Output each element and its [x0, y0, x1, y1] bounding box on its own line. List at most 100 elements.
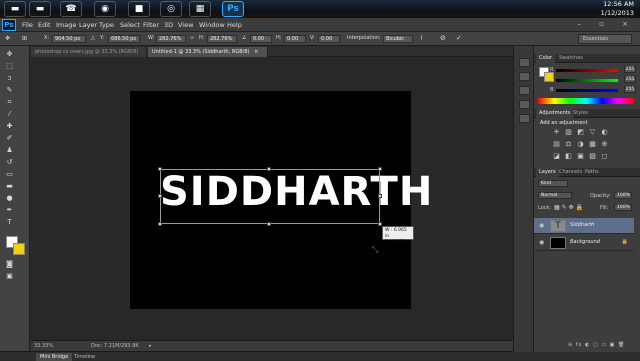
transform-bounding-box[interactable] — [158, 167, 382, 226]
curves-adjustment-icon[interactable]: ◩ — [576, 128, 585, 136]
transform-handle[interactable] — [378, 167, 382, 171]
x-field[interactable]: 904.50 px — [52, 35, 86, 43]
posterize-adjustment-icon[interactable]: ◧ — [564, 152, 573, 160]
brush-tool-icon[interactable]: ✐ — [5, 134, 14, 142]
close-icon[interactable]: × — [254, 49, 258, 55]
green-track[interactable] — [556, 79, 618, 82]
link-icon[interactable]: △ — [91, 35, 95, 41]
menu-help[interactable]: Help — [227, 21, 242, 29]
properties-panel-icon[interactable] — [519, 72, 530, 81]
exposure-adjustment-icon[interactable]: ▽ — [588, 128, 597, 136]
blend-mode-select[interactable]: Normal — [538, 192, 572, 199]
menu-edit[interactable]: Edit — [38, 21, 51, 29]
red-value[interactable]: 255 — [624, 66, 636, 73]
history-panel-icon[interactable] — [519, 58, 530, 67]
brightness-adjustment-icon[interactable]: ☀ — [552, 128, 561, 136]
photoshop-app-icon[interactable]: Ps — [222, 1, 244, 17]
eyedropper-tool-icon[interactable]: ⁄ — [5, 110, 14, 118]
menu-window[interactable]: Window — [199, 21, 225, 29]
color-balance-adjustment-icon[interactable]: ⚖ — [564, 140, 573, 148]
screen-mode-icon[interactable]: ▣ — [5, 272, 14, 280]
visibility-eye-icon[interactable]: ◉ — [539, 239, 544, 246]
transform-handle[interactable] — [378, 194, 382, 198]
threshold-adjustment-icon[interactable]: ▣ — [576, 152, 585, 160]
height-field[interactable]: 282.76% — [207, 35, 237, 43]
status-menu-arrow-icon[interactable]: ▸ — [149, 343, 152, 349]
transform-handle[interactable] — [158, 222, 162, 226]
hue-saturation-adjustment-icon[interactable]: ▤ — [552, 140, 561, 148]
background-color-swatch[interactable] — [13, 243, 25, 255]
chrome-app-icon[interactable]: ◉ — [94, 1, 116, 17]
window-controls[interactable]: – ▫ × — [577, 20, 636, 28]
transform-handle[interactable] — [267, 222, 271, 226]
folder-app-icon-2[interactable]: ▬ — [29, 1, 51, 17]
tab-paths[interactable]: Paths — [582, 168, 602, 177]
tab-adjustments[interactable]: Adjustments — [536, 109, 574, 118]
lasso-tool-icon[interactable]: ↄ — [5, 74, 14, 82]
commit-transform-icon[interactable]: ✓ — [456, 34, 462, 42]
stamp-tool-icon[interactable]: ♟ — [5, 146, 14, 154]
reference-point-icon[interactable]: ⊞ — [22, 35, 27, 42]
red-track[interactable] — [556, 69, 618, 72]
angle-field[interactable]: 0.00 — [250, 35, 272, 43]
black-white-adjustment-icon[interactable]: ◑ — [576, 140, 585, 148]
blue-track[interactable] — [556, 89, 618, 92]
move-tool-icon[interactable]: ✥ — [5, 50, 14, 58]
menu-filter[interactable]: Filter — [143, 21, 159, 29]
layer-row-background[interactable]: ◉ Background 🔒 — [534, 235, 634, 251]
visibility-eye-icon[interactable]: ◉ — [539, 222, 544, 229]
menu-file[interactable]: File — [22, 21, 33, 29]
talk-app-icon[interactable]: ☎ — [60, 1, 82, 17]
quick-select-tool-icon[interactable]: ✎ — [5, 86, 14, 94]
vibrance-adjustment-icon[interactable]: ◐ — [600, 128, 609, 136]
transform-handle[interactable] — [158, 167, 162, 171]
paragraph-panel-icon[interactable] — [519, 100, 530, 109]
green-slider[interactable]: G 255 — [550, 76, 636, 83]
fill-field[interactable]: 100% — [614, 204, 632, 211]
tab-photoshop-cs-overs[interactable]: photoshop cs overs.jpg @ 33.3% (RGB/8) × — [31, 47, 147, 65]
transform-handle[interactable] — [267, 167, 271, 171]
folder-app-icon[interactable]: ▬ — [4, 1, 26, 17]
quick-mask-icon[interactable]: ◙ — [5, 260, 14, 268]
layers-footer-icons[interactable]: ⊖ fx ◐ ▢ ▭ ▣ 🗑 — [568, 342, 625, 348]
marquee-tool-icon[interactable]: ⬚ — [5, 62, 14, 70]
opacity-field[interactable]: 100% — [614, 192, 632, 199]
color-spectrum-bar[interactable] — [538, 98, 634, 104]
levels-adjustment-icon[interactable]: ▥ — [564, 128, 573, 136]
eraser-tool-icon[interactable]: ▭ — [5, 170, 14, 178]
menu-type[interactable]: Type — [99, 21, 114, 29]
lock-icons[interactable]: ▦ ✎ ✥ 🔒 — [554, 204, 583, 211]
menu-layer[interactable]: Layer — [79, 21, 97, 29]
green-value[interactable]: 255 — [624, 76, 636, 83]
brush-panel-icon[interactable] — [519, 114, 530, 123]
y-field[interactable]: 686.50 px — [108, 35, 140, 43]
history-brush-tool-icon[interactable]: ↺ — [5, 158, 14, 166]
tab-color[interactable]: Color — [536, 54, 556, 63]
menu-image[interactable]: Image — [56, 21, 76, 29]
layer-filter-kind-select[interactable]: Kind — [538, 180, 568, 187]
type-tool-icon[interactable]: T — [5, 218, 14, 226]
menu-select[interactable]: Select — [120, 21, 140, 29]
blur-tool-icon[interactable]: ● — [5, 194, 14, 202]
interpolation-select[interactable]: Bicubic — [383, 35, 413, 43]
tab-channels[interactable]: Channels — [556, 168, 585, 177]
chain-link-icon[interactable]: ∞ — [190, 35, 194, 41]
red-slider[interactable]: R 255 — [550, 66, 636, 73]
healing-tool-icon[interactable]: ✚ — [5, 122, 14, 130]
tab-styles[interactable]: Styles — [570, 109, 591, 118]
invert-adjustment-icon[interactable]: ◪ — [552, 152, 561, 160]
layer-row-siddharth[interactable]: ◉ T Siddharth — [534, 218, 634, 234]
green-app-icon[interactable]: ■ — [128, 1, 150, 17]
zoom-level[interactable]: 33.33% — [34, 343, 53, 349]
channel-mixer-adjustment-icon[interactable]: ⊕ — [600, 140, 609, 148]
transform-handle[interactable] — [158, 194, 162, 198]
system-clock[interactable]: 12:56 AM 1/12/2013 — [601, 0, 634, 18]
doc-app-icon[interactable]: ▦ — [189, 1, 211, 17]
warp-mode-icon[interactable]: ⌇ — [420, 35, 423, 42]
layer-name[interactable]: Background — [570, 239, 600, 245]
transform-tool-icon[interactable]: ✥ — [3, 35, 12, 43]
width-field[interactable]: 282.76% — [156, 35, 186, 43]
tab-untitled-1[interactable]: Untitled-1 @ 33.3% (Siddharth, RGB/8) × — [148, 47, 268, 57]
menu-view[interactable]: View — [178, 21, 193, 29]
crop-tool-icon[interactable]: ⌗ — [5, 98, 14, 106]
